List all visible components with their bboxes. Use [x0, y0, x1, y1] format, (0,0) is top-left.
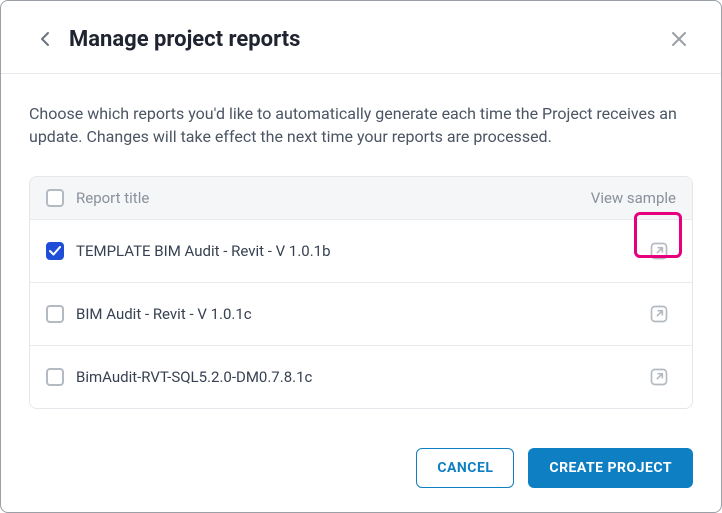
select-all-cell — [46, 189, 74, 207]
report-title: TEMPLATE BIM Audit - Revit - V 1.0.1b — [74, 242, 566, 260]
table-row: BimAudit-RVT-SQL5.2.0-DM0.7.8.1c — [30, 345, 692, 408]
manage-reports-dialog: Manage project reports Choose which repo… — [0, 0, 722, 513]
close-icon — [671, 31, 687, 47]
dialog-footer: CANCEL CREATE PROJECT — [1, 426, 721, 512]
reports-table: Report title View sample TEMPLATE BIM Au… — [29, 176, 693, 409]
dialog-header: Manage project reports — [1, 1, 721, 74]
report-checkbox[interactable] — [46, 305, 64, 323]
close-button[interactable] — [665, 25, 693, 53]
report-title: BIM Audit - Revit - V 1.0.1c — [74, 305, 566, 323]
table-row: TEMPLATE BIM Audit - Revit - V 1.0.1b — [30, 219, 692, 282]
column-view-sample: View sample — [566, 189, 676, 207]
external-link-icon — [649, 304, 669, 324]
create-project-button[interactable]: CREATE PROJECT — [528, 448, 693, 488]
chevron-left-icon — [40, 31, 50, 47]
external-link-icon — [649, 367, 669, 387]
back-button[interactable] — [33, 27, 57, 51]
report-checkbox[interactable] — [46, 242, 64, 260]
dialog-title: Manage project reports — [69, 27, 665, 52]
select-all-checkbox[interactable] — [46, 189, 64, 207]
report-title: BimAudit-RVT-SQL5.2.0-DM0.7.8.1c — [74, 368, 566, 386]
table-row: BIM Audit - Revit - V 1.0.1c — [30, 282, 692, 345]
view-sample-button[interactable] — [642, 234, 676, 268]
column-report-title: Report title — [74, 189, 566, 207]
external-link-icon — [649, 241, 669, 261]
report-checkbox[interactable] — [46, 368, 64, 386]
dialog-body: Choose which reports you'd like to autom… — [1, 74, 721, 426]
view-sample-button[interactable] — [642, 360, 676, 394]
dialog-description: Choose which reports you'd like to autom… — [29, 102, 693, 148]
cancel-button[interactable]: CANCEL — [416, 448, 514, 488]
table-header: Report title View sample — [30, 177, 692, 219]
view-sample-button[interactable] — [642, 297, 676, 331]
